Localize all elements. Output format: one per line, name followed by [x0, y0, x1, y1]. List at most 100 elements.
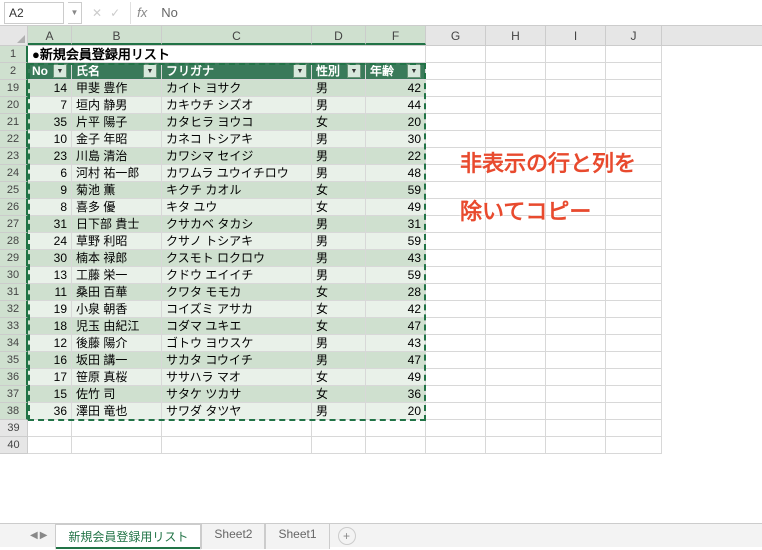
cell[interactable]: 金子 年昭: [72, 131, 162, 148]
cell[interactable]: 男: [312, 165, 366, 182]
cell[interactable]: [426, 250, 486, 267]
cell[interactable]: [606, 386, 662, 403]
cell[interactable]: [486, 369, 546, 386]
cell[interactable]: [606, 318, 662, 335]
cell[interactable]: コダマ ユキエ: [162, 318, 312, 335]
cell[interactable]: [546, 403, 606, 420]
cell[interactable]: 14: [28, 80, 72, 97]
cell[interactable]: 坂田 講一: [72, 352, 162, 369]
cell[interactable]: 男: [312, 131, 366, 148]
cell[interactable]: カワシマ セイジ: [162, 148, 312, 165]
cell[interactable]: クスモト ロクロウ: [162, 250, 312, 267]
tab-nav[interactable]: ◀▶: [30, 530, 47, 541]
cell[interactable]: [546, 318, 606, 335]
cell[interactable]: [426, 114, 486, 131]
cell[interactable]: 8: [28, 199, 72, 216]
row-header[interactable]: 39: [0, 420, 28, 437]
cell[interactable]: [426, 46, 486, 63]
cell[interactable]: [426, 420, 486, 437]
cell[interactable]: 49: [366, 369, 426, 386]
formula-input[interactable]: No: [153, 3, 762, 22]
cell[interactable]: [606, 250, 662, 267]
cell[interactable]: 女: [312, 318, 366, 335]
cell[interactable]: [546, 335, 606, 352]
row-header[interactable]: 33: [0, 318, 28, 335]
cell[interactable]: [426, 97, 486, 114]
cell[interactable]: [28, 437, 72, 454]
table-header-cell[interactable]: 性別▼: [312, 63, 366, 80]
cell[interactable]: 59: [366, 267, 426, 284]
cell[interactable]: 43: [366, 335, 426, 352]
cell[interactable]: 19: [28, 301, 72, 318]
sheet-tab[interactable]: Sheet1: [265, 523, 329, 549]
cell[interactable]: [606, 63, 662, 80]
sheet-tab[interactable]: 新規会員登録用リスト: [55, 524, 201, 550]
cell[interactable]: 垣内 静男: [72, 97, 162, 114]
cell[interactable]: [486, 301, 546, 318]
cell[interactable]: [72, 420, 162, 437]
cell[interactable]: [486, 386, 546, 403]
cell[interactable]: [486, 284, 546, 301]
cell[interactable]: 42: [366, 80, 426, 97]
cell[interactable]: 17: [28, 369, 72, 386]
cell[interactable]: [426, 369, 486, 386]
cell[interactable]: カワムラ ユウイチロウ: [162, 165, 312, 182]
cell[interactable]: 男: [312, 403, 366, 420]
cell[interactable]: 甲斐 豊作: [72, 80, 162, 97]
cell[interactable]: [546, 46, 606, 63]
table-header-cell[interactable]: フリガナ▼: [162, 63, 312, 80]
column-header-B[interactable]: B: [72, 26, 162, 45]
row-header[interactable]: 31: [0, 284, 28, 301]
cell[interactable]: 男: [312, 216, 366, 233]
filter-icon[interactable]: ▼: [53, 64, 67, 78]
cell[interactable]: クドウ エイイチ: [162, 267, 312, 284]
cell[interactable]: 男: [312, 352, 366, 369]
cell[interactable]: 7: [28, 97, 72, 114]
row-header[interactable]: 23: [0, 148, 28, 165]
row-header[interactable]: 19: [0, 80, 28, 97]
cell[interactable]: 36: [366, 386, 426, 403]
cell[interactable]: [546, 80, 606, 97]
cell[interactable]: [426, 267, 486, 284]
cell[interactable]: 20: [366, 114, 426, 131]
table-header-cell[interactable]: 氏名▼: [72, 63, 162, 80]
cell[interactable]: [426, 437, 486, 454]
cell[interactable]: [426, 318, 486, 335]
cell[interactable]: 川島 清治: [72, 148, 162, 165]
column-header-C[interactable]: C: [162, 26, 312, 45]
cell[interactable]: 日下部 貴士: [72, 216, 162, 233]
cell[interactable]: [546, 352, 606, 369]
cell[interactable]: 59: [366, 182, 426, 199]
cell[interactable]: [486, 63, 546, 80]
cell[interactable]: [606, 301, 662, 318]
cell[interactable]: 女: [312, 114, 366, 131]
cell[interactable]: [606, 114, 662, 131]
cell[interactable]: 小泉 朝香: [72, 301, 162, 318]
column-header-A[interactable]: A: [28, 26, 72, 45]
cell[interactable]: 43: [366, 250, 426, 267]
cell[interactable]: [426, 63, 486, 80]
cell[interactable]: [162, 437, 312, 454]
cell[interactable]: 後藤 陽介: [72, 335, 162, 352]
cell[interactable]: [486, 46, 546, 63]
cell[interactable]: カタヒラ ヨウコ: [162, 114, 312, 131]
cell[interactable]: 男: [312, 233, 366, 250]
cell[interactable]: 35: [28, 114, 72, 131]
cell[interactable]: [606, 80, 662, 97]
cell[interactable]: 男: [312, 335, 366, 352]
row-header[interactable]: 20: [0, 97, 28, 114]
cell[interactable]: カネコ トシアキ: [162, 131, 312, 148]
cancel-icon[interactable]: ✕: [92, 6, 102, 20]
row-header[interactable]: 1: [0, 46, 28, 63]
cell[interactable]: 31: [28, 216, 72, 233]
cell[interactable]: 男: [312, 148, 366, 165]
cell[interactable]: 30: [366, 131, 426, 148]
cell[interactable]: [426, 301, 486, 318]
cell[interactable]: [546, 437, 606, 454]
cell[interactable]: 草野 利昭: [72, 233, 162, 250]
row-header[interactable]: 40: [0, 437, 28, 454]
cell[interactable]: 20: [366, 403, 426, 420]
cell[interactable]: 59: [366, 233, 426, 250]
cell[interactable]: [606, 437, 662, 454]
cell[interactable]: 笹原 真桜: [72, 369, 162, 386]
